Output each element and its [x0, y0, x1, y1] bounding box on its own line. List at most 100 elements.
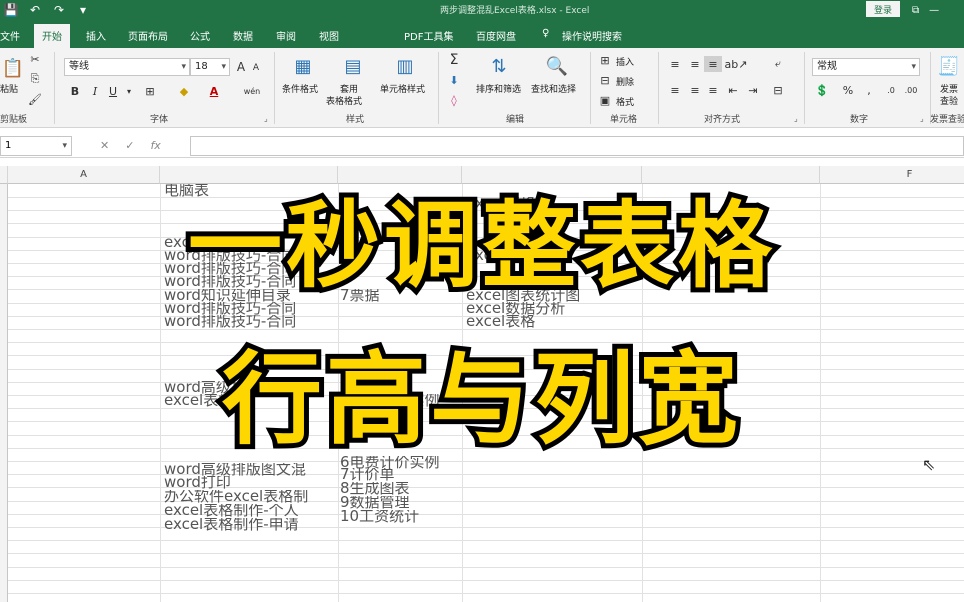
chevron-down-icon[interactable]: ▾ — [124, 84, 134, 98]
cell-text[interactable]: word打印 — [164, 476, 231, 489]
currency-icon[interactable]: 💲 — [814, 84, 830, 97]
align-middle-icon[interactable]: ≡ — [688, 58, 702, 71]
increase-indent-icon[interactable]: ⇥ — [746, 84, 760, 97]
copy-icon[interactable]: ⎘ — [28, 72, 42, 86]
decrease-indent-icon[interactable]: ⇤ — [726, 84, 740, 97]
font-color-icon[interactable]: A — [206, 84, 222, 98]
launcher-icon[interactable]: ⌟ — [264, 114, 268, 123]
save-icon[interactable]: 💾 — [0, 0, 22, 20]
tab-page-layout[interactable]: 页面布局 — [128, 28, 168, 43]
fill-color-icon[interactable]: ◆ — [176, 84, 192, 98]
table-format-icon[interactable]: ▤ — [340, 54, 366, 78]
delete-cells-label[interactable]: 删除 — [616, 75, 634, 88]
cell-text[interactable]: excel表格制作-申请 — [164, 518, 299, 531]
overlay-title-line1: 一秒调整表格 — [183, 187, 777, 306]
align-right-icon[interactable]: ≡ — [706, 84, 720, 97]
cell-text[interactable]: 9数据管理 — [340, 496, 410, 509]
login-button[interactable]: 登录 — [866, 1, 900, 17]
editing-group-label: 编辑 — [506, 115, 525, 125]
tab-view[interactable]: 视图 — [319, 28, 339, 43]
launcher-icon[interactable]: ⌟ — [794, 114, 798, 123]
autosum-icon[interactable]: Σ — [446, 52, 462, 68]
minimize-icon[interactable]: — — [929, 5, 939, 16]
fx-icon[interactable]: fx — [150, 139, 160, 152]
tell-me-search[interactable]: 操作说明搜索 — [562, 28, 622, 43]
cut-icon[interactable]: ✂ — [28, 52, 42, 66]
tab-pdf-tools[interactable]: PDF工具集 — [404, 28, 453, 43]
format-painter-icon[interactable]: 🖌 — [28, 92, 42, 106]
name-box-value: 1 — [5, 140, 12, 151]
ribbon-options-icon[interactable]: ⧉ — [912, 5, 919, 16]
quick-access-toolbar: 💾 ↶ ↷ ▾ — [0, 0, 94, 20]
cell-styles-label[interactable]: 单元格样式 — [380, 82, 425, 95]
cancel-icon[interactable]: ✕ — [100, 139, 109, 152]
tab-data[interactable]: 数据 — [233, 28, 253, 43]
merge-center-icon[interactable]: ⊟ — [770, 84, 786, 97]
shrink-font-icon[interactable]: A — [250, 62, 262, 74]
cell-text[interactable]: excel表格制作-个人 — [164, 504, 299, 517]
decrease-decimal-icon[interactable]: .00 — [904, 84, 918, 96]
find-select-label[interactable]: 查找和选择 — [531, 82, 576, 95]
cell-text[interactable]: 10工资统计 — [340, 510, 419, 523]
format-cells-icon[interactable]: ▣ — [598, 94, 612, 107]
launcher-icon[interactable]: ⌟ — [920, 114, 924, 123]
chevron-down-icon: ▾ — [911, 62, 916, 72]
border-icon[interactable]: ⊞ — [142, 84, 158, 98]
phonetic-icon[interactable]: wén — [242, 84, 262, 98]
cell-text[interactable]: word高级排版图文混 — [164, 463, 306, 476]
format-cells-label[interactable]: 格式 — [616, 95, 634, 108]
font-group-label: 字体 — [150, 115, 169, 125]
percent-icon[interactable]: % — [842, 84, 854, 97]
bold-button[interactable]: B — [68, 84, 82, 98]
conditional-format-label[interactable]: 条件格式 — [282, 82, 318, 95]
invoice-check-icon[interactable]: 🧾 — [936, 54, 962, 78]
align-bottom-icon[interactable]: ≡ — [704, 56, 722, 72]
check-icon[interactable]: ✓ — [125, 139, 134, 152]
italic-button[interactable]: I — [88, 84, 102, 98]
separator — [590, 52, 591, 124]
tab-baidu-netdisk[interactable]: 百度网盘 — [476, 28, 516, 43]
redo-icon[interactable]: ↷ — [48, 0, 70, 20]
align-top-icon[interactable]: ≡ — [668, 58, 682, 71]
align-center-icon[interactable]: ≡ — [688, 84, 702, 97]
grow-font-icon[interactable]: A — [234, 60, 248, 74]
conditional-format-icon[interactable]: ▦ — [290, 54, 316, 78]
title-bar: 💾 ↶ ↷ ▾ 两步调整混乱Excel表格.xlsx - Excel 登录 ⧉ … — [0, 0, 964, 20]
tab-file[interactable]: 文件 — [0, 28, 20, 43]
orientation-icon[interactable]: ab↗ — [725, 58, 748, 71]
formula-input[interactable] — [190, 136, 964, 156]
font-name-select[interactable]: 等线 ▾ — [64, 58, 190, 76]
comma-icon[interactable]: , — [862, 84, 876, 97]
fill-icon[interactable]: ⬇ — [446, 72, 462, 88]
tab-home[interactable]: 开始 — [34, 24, 70, 48]
separator — [804, 52, 805, 124]
table-format-label-2[interactable]: 表格格式 — [326, 94, 362, 107]
number-format-select[interactable]: 常规 ▾ — [812, 58, 920, 76]
align-left-icon[interactable]: ≡ — [668, 84, 682, 97]
separator — [658, 52, 659, 124]
cell-styles-icon[interactable]: ▥ — [392, 54, 418, 78]
underline-button[interactable]: U — [106, 84, 120, 98]
clear-icon[interactable]: ◊ — [446, 92, 462, 108]
sort-filter-icon[interactable]: ⇅ — [486, 54, 512, 78]
insert-cells-label[interactable]: 插入 — [616, 55, 634, 68]
cell-text[interactable]: 办公软件excel表格制 — [164, 490, 308, 503]
sort-filter-label[interactable]: 排序和筛选 — [476, 82, 521, 95]
wrap-text-icon[interactable]: ⤶ — [770, 57, 786, 70]
insert-cells-icon[interactable]: ⊞ — [598, 54, 612, 67]
find-icon[interactable]: 🔍 — [544, 54, 570, 78]
delete-cells-icon[interactable]: ⊟ — [598, 74, 612, 87]
overlay-title-line2: 行高与列宽 — [217, 336, 743, 463]
customize-icon[interactable]: ▾ — [72, 0, 94, 20]
cell-text[interactable]: 8生成图表 — [340, 482, 410, 495]
tab-insert[interactable]: 插入 — [86, 28, 106, 43]
undo-icon[interactable]: ↶ — [24, 0, 46, 20]
tab-formulas[interactable]: 公式 — [190, 28, 210, 43]
name-box[interactable]: 1 ▾ — [0, 136, 72, 156]
invoice-btn-label-2[interactable]: 查验 — [940, 94, 958, 107]
paste-icon[interactable]: 📋 — [0, 56, 26, 80]
tab-review[interactable]: 审阅 — [276, 28, 296, 43]
font-size-select[interactable]: 18 ▾ — [190, 58, 230, 76]
increase-decimal-icon[interactable]: .0 — [884, 84, 898, 96]
cell-text[interactable]: 7计价单 — [340, 468, 395, 481]
